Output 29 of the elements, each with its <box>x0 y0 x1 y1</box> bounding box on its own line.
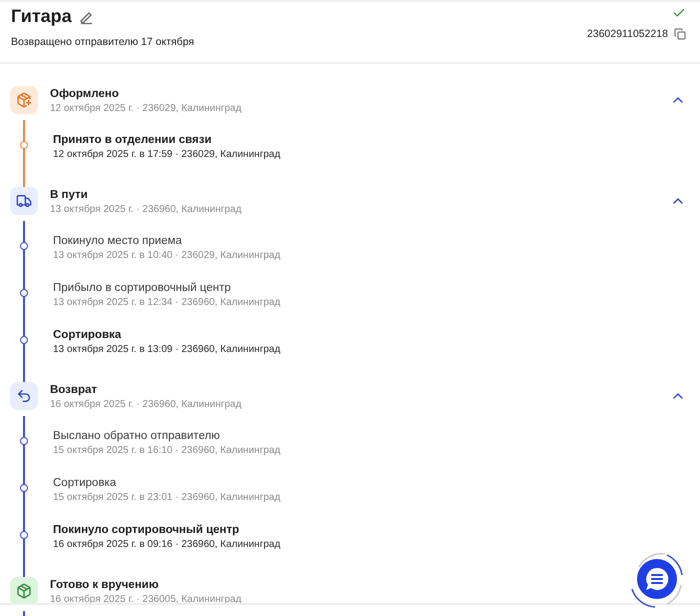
event-title: Покинуло сортировочный центр <box>53 524 240 536</box>
event-title: Сортировка <box>53 329 122 341</box>
event-title: Принято в отделении связи <box>53 134 213 146</box>
stage-title: В пути <box>50 189 89 201</box>
event-date: 15 октября 2025 г. в 16:10 · 236960, Калининград <box>53 445 282 456</box>
stage-title: Оформлено <box>50 88 120 100</box>
truck-icon <box>10 187 38 215</box>
event-date: 16 октября 2025 г. в 09:16 · 236960, Калининград <box>53 539 282 550</box>
event-date: 13 октября 2025 г. в 13:09 · 236960, Калининград <box>53 344 282 355</box>
package-icon <box>10 577 38 605</box>
stage-date: 13 октября 2025 г. · 236960, Калининград <box>50 204 242 215</box>
event-title: Прибыло в сортировочный центр <box>53 282 232 294</box>
stage-title: Возврат <box>50 384 98 396</box>
copy-icon[interactable] <box>674 28 686 40</box>
event-title: Выслано обратно отправителю <box>53 430 221 442</box>
parcel-title: Гитара <box>11 6 72 27</box>
event-date: 13 октября 2025 г. в 10:40 · 236029, Калининград <box>53 250 282 261</box>
event-date: 15 октября 2025 г. в 23:01 · 236960, Калининград <box>53 492 282 503</box>
event-title: Сортировка <box>53 477 118 489</box>
tracking-number: 23602911052218 <box>587 28 668 40</box>
package-plus-icon <box>10 86 38 114</box>
stage-date: 16 октября 2025 г. · 236960, Калининград <box>50 399 242 410</box>
stage-date: 16 октября 2025 г. · 236005, Калининград <box>50 594 242 605</box>
event-date: 12 октября 2025 г. в 17:59 · 236029, Калининград <box>53 149 282 160</box>
parcel-status: Возвращено отправителю 17 октября <box>11 36 194 48</box>
stage-title: Готово к вручению <box>50 579 160 591</box>
event-title: Покинуло место приема <box>53 235 183 247</box>
event-date: 13 октября 2025 г. в 12:34 · 236960, Калининград <box>53 297 282 308</box>
stage-date: 12 октября 2025 г. · 236029, Калининград <box>50 103 242 114</box>
